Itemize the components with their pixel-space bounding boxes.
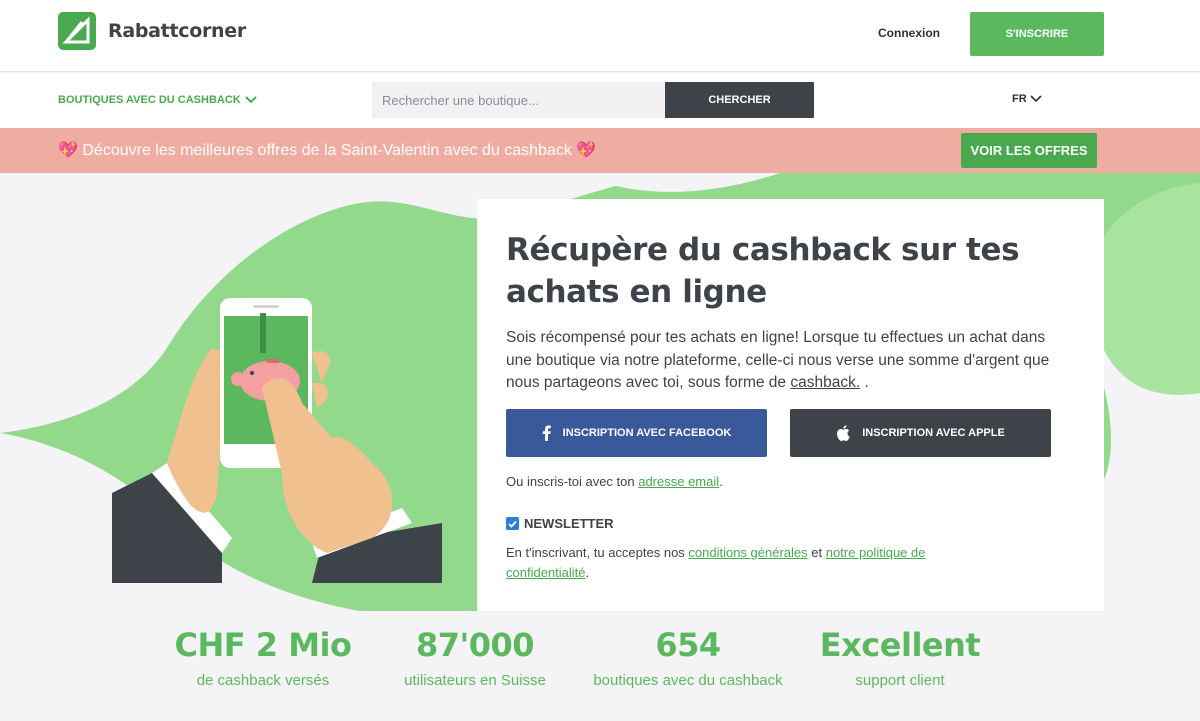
newsletter-option[interactable]: NEWSLETTER — [506, 516, 614, 531]
newsletter-label: NEWSLETTER — [524, 516, 614, 531]
facebook-signup-button[interactable]: INSCRIPTION AVEC FACEBOOK — [506, 409, 767, 457]
facebook-signup-label: INSCRIPTION AVEC FACEBOOK — [562, 427, 732, 439]
search-input[interactable] — [372, 82, 666, 118]
language-selector[interactable]: FR — [1012, 93, 1042, 105]
stat-cashback: CHF 2 Mio de cashback versés — [163, 626, 363, 689]
stat-label: de cashback versés — [196, 672, 330, 689]
chevron-down-icon — [1030, 95, 1042, 103]
email-signup-text: Ou inscris-toi avec ton adresse email. — [506, 474, 723, 489]
email-signup-link[interactable]: adresse email — [638, 474, 719, 489]
checkmark-icon — [508, 520, 517, 528]
stat-value: 654 — [655, 626, 721, 664]
phone-illustration — [112, 298, 442, 583]
shops-menu-dropdown[interactable]: BOUTIQUES AVEC DU CASHBACK — [58, 94, 257, 106]
stat-label: boutiques avec du cashback — [593, 672, 783, 689]
apple-icon — [837, 425, 850, 441]
cashback-link[interactable]: cashback. — [790, 374, 860, 391]
hero-description-text: Sois récompensé pour tes achats en ligne… — [506, 329, 1050, 391]
signup-button[interactable]: S'INSCRIRE — [970, 12, 1104, 56]
logo-icon — [58, 12, 96, 50]
site-header: Rabattcorner Connexion S'INSCRIRE — [0, 0, 1200, 72]
newsletter-checkbox[interactable] — [506, 517, 519, 530]
hero-description: Sois récompensé pour tes achats en ligne… — [506, 327, 1066, 395]
stat-value: Excellent — [819, 626, 981, 664]
apple-signup-label: INSCRIPTION AVEC APPLE — [862, 427, 1005, 439]
logo-text: Rabattcorner — [108, 20, 246, 42]
facebook-icon — [542, 425, 551, 441]
terms-conditions-link[interactable]: conditions générales — [688, 545, 807, 560]
hero-description-end: . — [860, 374, 869, 391]
chevron-down-icon — [245, 96, 257, 104]
terms-prefix: En t'inscrivant, tu acceptes nos — [506, 545, 689, 560]
stat-label: utilisateurs en Suisse — [404, 672, 546, 689]
nav-bar: BOUTIQUES AVEC DU CASHBACK CHERCHER FR — [0, 73, 1200, 128]
hero-title: Récupère du cashback sur tes achats en l… — [506, 232, 1020, 310]
promo-banner: 💖 Découvre les meilleures offres de la S… — [0, 128, 1200, 173]
signup-card: Récupère du cashback sur tes achats en l… — [477, 199, 1104, 611]
stat-shops: 654 boutiques avec du cashback — [572, 626, 804, 689]
language-label: FR — [1012, 93, 1027, 105]
apple-signup-button[interactable]: INSCRIPTION AVEC APPLE — [790, 409, 1051, 457]
email-signup-prefix: Ou inscris-toi avec ton — [506, 474, 639, 489]
stat-users: 87'000 utilisateurs en Suisse — [375, 626, 575, 689]
stats-section: CHF 2 Mio de cashback versés 87'000 util… — [0, 611, 1200, 721]
stat-value: 87'000 — [415, 626, 535, 664]
email-signup-suffix: . — [719, 474, 723, 489]
stat-support: Excellent support client — [800, 626, 1000, 689]
logo[interactable]: Rabattcorner — [58, 12, 246, 50]
view-offers-button[interactable]: VOIR LES OFFRES — [961, 133, 1097, 168]
terms-suffix: . — [585, 565, 590, 580]
stat-value: CHF 2 Mio — [174, 626, 352, 664]
stat-label: support client — [855, 672, 945, 689]
terms-middle: et — [807, 545, 826, 560]
search-button[interactable]: CHERCHER — [665, 82, 814, 118]
shops-menu-label: BOUTIQUES AVEC DU CASHBACK — [58, 94, 241, 106]
login-link[interactable]: Connexion — [878, 26, 940, 40]
promo-text: 💖 Découvre les meilleures offres de la S… — [58, 142, 597, 159]
terms-text: En t'inscrivant, tu acceptes nos conditi… — [506, 543, 1006, 583]
